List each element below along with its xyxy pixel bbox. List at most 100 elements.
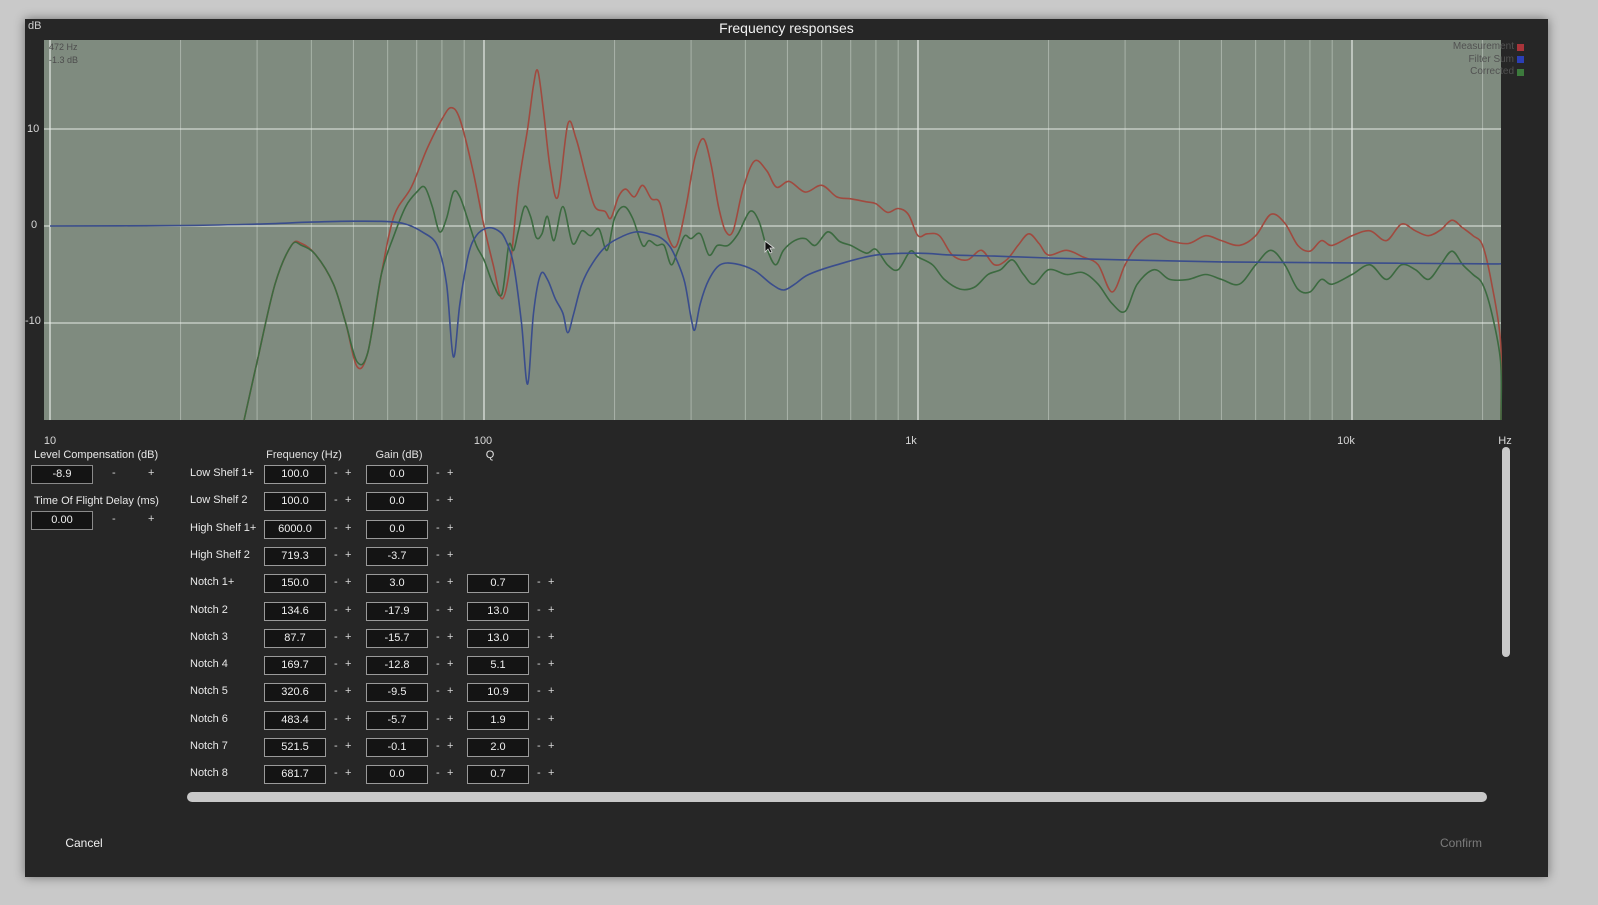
frequency-increment[interactable]: + [345, 683, 351, 700]
gain-increment[interactable]: + [447, 602, 453, 619]
gain-increment[interactable]: + [447, 683, 453, 700]
gain-increment[interactable]: + [447, 574, 453, 591]
filter-gain-input[interactable]: -12.8 [366, 656, 428, 675]
q-decrement[interactable]: - [537, 683, 541, 700]
filter-gain-input[interactable]: 0.0 [366, 765, 428, 784]
frequency-decrement[interactable]: - [334, 547, 338, 564]
filter-gain-input[interactable]: 0.0 [366, 520, 428, 539]
gain-decrement[interactable]: - [436, 465, 440, 482]
q-decrement[interactable]: - [537, 738, 541, 755]
q-decrement[interactable]: - [537, 711, 541, 728]
filter-frequency-input[interactable]: 100.0 [264, 465, 326, 484]
filter-gain-input[interactable]: 0.0 [366, 465, 428, 484]
filter-q-input[interactable]: 2.0 [467, 738, 529, 757]
filter-q-input[interactable]: 1.9 [467, 711, 529, 730]
gain-decrement[interactable]: - [436, 602, 440, 619]
frequency-decrement[interactable]: - [334, 683, 338, 700]
filter-frequency-input[interactable]: 719.3 [264, 547, 326, 566]
cancel-button[interactable]: Cancel [35, 829, 133, 857]
filter-gain-input[interactable]: -9.5 [366, 683, 428, 702]
filter-gain-input[interactable]: -17.9 [366, 602, 428, 621]
filter-frequency-input[interactable]: 134.6 [264, 602, 326, 621]
gain-increment[interactable]: + [447, 711, 453, 728]
filter-q-input[interactable]: 10.9 [467, 683, 529, 702]
filter-gain-input[interactable]: -5.7 [366, 711, 428, 730]
frequency-decrement[interactable]: - [334, 602, 338, 619]
frequency-decrement[interactable]: - [334, 574, 338, 591]
gain-decrement[interactable]: - [436, 574, 440, 591]
level-compensation-decrement[interactable]: - [112, 465, 116, 482]
gain-increment[interactable]: + [447, 492, 453, 509]
q-decrement[interactable]: - [537, 629, 541, 646]
q-increment[interactable]: + [548, 602, 554, 619]
gain-decrement[interactable]: - [436, 765, 440, 782]
filter-gain-input[interactable]: -0.1 [366, 738, 428, 757]
gain-decrement[interactable]: - [436, 629, 440, 646]
filter-frequency-input[interactable]: 521.5 [264, 738, 326, 757]
gain-decrement[interactable]: - [436, 711, 440, 728]
gain-increment[interactable]: + [447, 465, 453, 482]
time-of-flight-increment[interactable]: + [148, 511, 154, 528]
frequency-decrement[interactable]: - [334, 520, 338, 537]
q-decrement[interactable]: - [537, 656, 541, 673]
filter-q-input[interactable]: 13.0 [467, 629, 529, 648]
frequency-decrement[interactable]: - [334, 656, 338, 673]
filter-gain-input[interactable]: -3.7 [366, 547, 428, 566]
q-increment[interactable]: + [548, 738, 554, 755]
filter-frequency-input[interactable]: 681.7 [264, 765, 326, 784]
frequency-response-chart[interactable] [25, 19, 1548, 449]
frequency-increment[interactable]: + [345, 765, 351, 782]
frequency-decrement[interactable]: - [334, 711, 338, 728]
frequency-increment[interactable]: + [345, 492, 351, 509]
filter-frequency-input[interactable]: 100.0 [264, 492, 326, 511]
frequency-increment[interactable]: + [345, 465, 351, 482]
filter-frequency-input[interactable]: 320.6 [264, 683, 326, 702]
gain-increment[interactable]: + [447, 765, 453, 782]
gain-decrement[interactable]: - [436, 520, 440, 537]
q-increment[interactable]: + [548, 711, 554, 728]
frequency-increment[interactable]: + [345, 738, 351, 755]
filter-q-input[interactable]: 0.7 [467, 574, 529, 593]
frequency-increment[interactable]: + [345, 629, 351, 646]
gain-increment[interactable]: + [447, 547, 453, 564]
frequency-decrement[interactable]: - [334, 465, 338, 482]
gain-increment[interactable]: + [447, 656, 453, 673]
filter-frequency-input[interactable]: 169.7 [264, 656, 326, 675]
horizontal-scrollbar[interactable] [187, 792, 1487, 802]
filter-frequency-input[interactable]: 87.7 [264, 629, 326, 648]
q-increment[interactable]: + [548, 656, 554, 673]
filter-gain-input[interactable]: -15.7 [366, 629, 428, 648]
frequency-decrement[interactable]: - [334, 492, 338, 509]
q-increment[interactable]: + [548, 629, 554, 646]
q-increment[interactable]: + [548, 765, 554, 782]
frequency-increment[interactable]: + [345, 711, 351, 728]
gain-decrement[interactable]: - [436, 492, 440, 509]
gain-increment[interactable]: + [447, 520, 453, 537]
gain-decrement[interactable]: - [436, 656, 440, 673]
gain-decrement[interactable]: - [436, 547, 440, 564]
filter-q-input[interactable]: 5.1 [467, 656, 529, 675]
level-compensation-increment[interactable]: + [148, 465, 154, 482]
confirm-button[interactable]: Confirm [1413, 829, 1509, 857]
frequency-increment[interactable]: + [345, 574, 351, 591]
time-of-flight-input[interactable]: 0.00 [31, 511, 93, 530]
frequency-increment[interactable]: + [345, 547, 351, 564]
time-of-flight-decrement[interactable]: - [112, 511, 116, 528]
gain-decrement[interactable]: - [436, 738, 440, 755]
frequency-increment[interactable]: + [345, 520, 351, 537]
filter-frequency-input[interactable]: 6000.0 [264, 520, 326, 539]
gain-decrement[interactable]: - [436, 683, 440, 700]
frequency-increment[interactable]: + [345, 656, 351, 673]
frequency-decrement[interactable]: - [334, 629, 338, 646]
q-decrement[interactable]: - [537, 602, 541, 619]
filter-frequency-input[interactable]: 483.4 [264, 711, 326, 730]
q-increment[interactable]: + [548, 683, 554, 700]
gain-increment[interactable]: + [447, 738, 453, 755]
filter-gain-input[interactable]: 3.0 [366, 574, 428, 593]
q-decrement[interactable]: - [537, 574, 541, 591]
frequency-decrement[interactable]: - [334, 765, 338, 782]
vertical-scrollbar[interactable] [1502, 447, 1510, 657]
frequency-increment[interactable]: + [345, 602, 351, 619]
filter-frequency-input[interactable]: 150.0 [264, 574, 326, 593]
q-increment[interactable]: + [548, 574, 554, 591]
